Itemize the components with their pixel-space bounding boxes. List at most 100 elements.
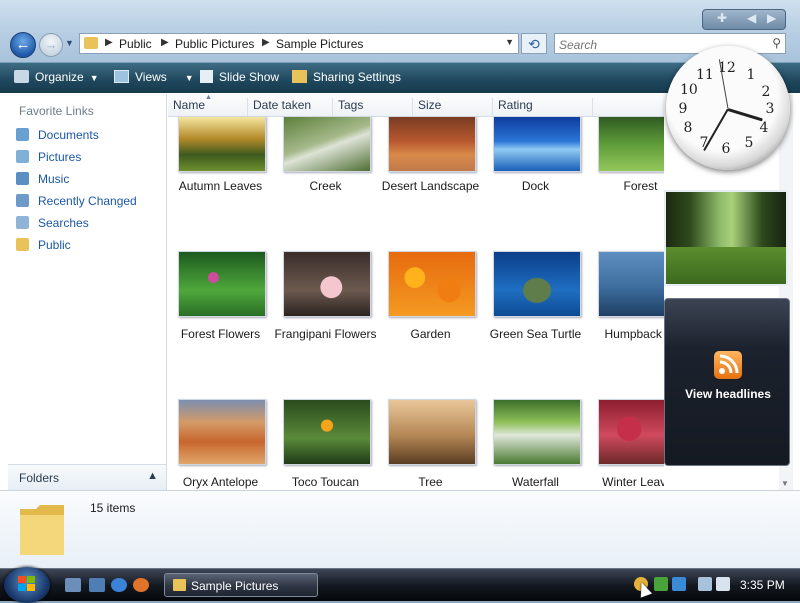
sync-icon[interactable] bbox=[672, 577, 686, 591]
music-icon bbox=[16, 172, 29, 185]
clock-gadget[interactable]: 12 1 2 3 4 5 6 7 8 9 10 11 bbox=[666, 46, 790, 170]
file-item[interactable]: Autumn Leaves bbox=[168, 116, 273, 236]
sharing-icon bbox=[292, 70, 307, 83]
clock-time[interactable]: 3:35 PM bbox=[740, 578, 785, 592]
show-desktop-icon[interactable] bbox=[65, 578, 81, 592]
nav-item-public[interactable]: Public bbox=[16, 238, 71, 256]
refresh-button[interactable]: ⟲ bbox=[521, 33, 547, 54]
column-label: Name bbox=[173, 98, 206, 112]
taskbar-window-button[interactable]: Sample Pictures bbox=[164, 573, 318, 597]
firefox-icon[interactable] bbox=[133, 578, 149, 592]
folders-toggle[interactable]: Folders ▲ bbox=[8, 464, 166, 491]
clock-numeral: 2 bbox=[761, 84, 771, 100]
breadcrumb-public-pictures[interactable]: Public Pictures bbox=[175, 37, 254, 51]
organize-icon bbox=[14, 70, 29, 83]
thumbnail-image bbox=[388, 251, 476, 317]
clock-numeral: 4 bbox=[759, 120, 769, 136]
chevron-up-icon[interactable]: ▲ bbox=[147, 470, 158, 482]
back-button[interactable]: ← bbox=[10, 32, 36, 58]
file-item[interactable]: Tree bbox=[378, 399, 483, 490]
file-name: Forest bbox=[623, 179, 658, 193]
volume-muted-icon[interactable] bbox=[716, 577, 730, 591]
column-rating[interactable]: Rating bbox=[493, 98, 593, 116]
thumbnail-image bbox=[493, 399, 581, 465]
views-button[interactable]: Views ▼ bbox=[114, 70, 194, 84]
add-gadget-icon[interactable]: ✚ bbox=[717, 11, 727, 25]
chevron-down-icon: ▼ bbox=[89, 73, 99, 83]
nav-item-documents[interactable]: Documents bbox=[16, 128, 99, 146]
file-name: Humpback W bbox=[604, 327, 664, 341]
breadcrumb-sample-pictures[interactable]: Sample Pictures bbox=[276, 37, 363, 51]
clock-numeral: 9 bbox=[678, 101, 688, 117]
previous-page-icon[interactable]: ◀ bbox=[747, 11, 756, 25]
nav-item-label: Public bbox=[38, 238, 71, 252]
recent-pages-dropdown-icon[interactable]: ▼ bbox=[65, 38, 77, 50]
file-name: Winter Leaves bbox=[602, 475, 664, 489]
folder-icon bbox=[16, 238, 29, 251]
taskbar-window-label: Sample Pictures bbox=[191, 579, 279, 593]
nav-item-label: Searches bbox=[38, 216, 89, 230]
file-item[interactable]: Waterfall bbox=[483, 399, 588, 490]
view-headlines-link[interactable]: View headlines bbox=[665, 387, 791, 401]
thumbnail-image bbox=[388, 116, 476, 172]
column-headers: ▲ Name Date taken Tags Size Rating bbox=[168, 94, 664, 117]
slideshow-gadget[interactable] bbox=[664, 190, 788, 286]
item-count: 15 items bbox=[90, 501, 136, 515]
file-item[interactable]: Winter Leaves bbox=[588, 399, 664, 490]
organize-button[interactable]: Organize ▼ bbox=[14, 70, 99, 84]
thumbnail-image bbox=[493, 251, 581, 317]
breadcrumb-public[interactable]: Public bbox=[119, 37, 152, 51]
next-page-icon[interactable]: ▶ bbox=[767, 11, 776, 25]
file-item[interactable]: Green Sea Turtle bbox=[483, 251, 588, 371]
file-item[interactable]: Forest bbox=[588, 116, 664, 236]
file-item[interactable]: Frangipani Flowers bbox=[273, 251, 378, 371]
column-size[interactable]: Size bbox=[413, 98, 493, 116]
file-item[interactable]: Garden bbox=[378, 251, 483, 371]
feed-headlines-gadget[interactable]: View headlines bbox=[664, 298, 790, 466]
address-bar[interactable]: ▶ Public ▶ Public Pictures ▶ Sample Pict… bbox=[79, 33, 519, 54]
nav-item-recently-changed[interactable]: Recently Changed bbox=[16, 194, 137, 212]
slideshow-button[interactable]: Slide Show bbox=[200, 70, 279, 84]
thumbnail-image bbox=[283, 116, 371, 172]
nav-item-music[interactable]: Music bbox=[16, 172, 69, 190]
thumbnail-image bbox=[598, 116, 664, 172]
security-center-icon[interactable] bbox=[654, 577, 668, 591]
breadcrumb-separator-icon[interactable]: ▶ bbox=[105, 37, 113, 48]
file-item[interactable]: Dock bbox=[483, 116, 588, 236]
clock-numeral: 8 bbox=[683, 120, 693, 136]
thumbnail-image bbox=[178, 116, 266, 172]
scroll-down-icon[interactable]: ▼ bbox=[781, 479, 789, 488]
chevron-down-icon: ▼ bbox=[184, 73, 194, 83]
forward-button[interactable]: → bbox=[39, 33, 63, 57]
windows-logo-icon bbox=[18, 576, 35, 591]
file-item[interactable]: Forest Flowers bbox=[168, 251, 273, 371]
breadcrumb-separator-icon[interactable]: ▶ bbox=[161, 37, 169, 48]
file-item[interactable]: Creek bbox=[273, 116, 378, 236]
file-item[interactable]: Toco Toucan bbox=[273, 399, 378, 490]
search-icon[interactable]: ⚲ bbox=[772, 36, 781, 50]
title-bar: ✚ ◀ ▶ ← → ▼ ▶ Public ▶ Public Pictures ▶… bbox=[0, 0, 800, 62]
file-item[interactable]: Humpback W bbox=[588, 251, 664, 371]
slideshow-icon bbox=[200, 70, 213, 83]
thumbnail-image bbox=[388, 399, 476, 465]
clock-numeral: 11 bbox=[696, 67, 714, 83]
nav-item-pictures[interactable]: Pictures bbox=[16, 150, 81, 168]
internet-explorer-icon[interactable] bbox=[111, 578, 127, 592]
file-item[interactable]: Oryx Antelope bbox=[168, 399, 273, 490]
column-tags[interactable]: Tags bbox=[333, 98, 413, 116]
network-icon[interactable] bbox=[698, 577, 712, 591]
start-button[interactable] bbox=[4, 567, 50, 603]
switch-windows-icon[interactable] bbox=[89, 578, 105, 592]
address-dropdown-icon[interactable]: ▼ bbox=[505, 37, 514, 47]
column-name[interactable]: ▲ Name bbox=[168, 94, 248, 116]
nav-item-label: Music bbox=[38, 172, 70, 186]
file-item[interactable]: Desert Landscape bbox=[378, 116, 483, 236]
nav-item-searches[interactable]: Searches bbox=[16, 216, 89, 234]
views-label: Views bbox=[135, 70, 167, 84]
clock-numeral: 6 bbox=[721, 141, 731, 157]
column-date-taken[interactable]: Date taken bbox=[248, 98, 333, 116]
favorite-links-heading: Favorite Links bbox=[19, 104, 94, 118]
sharing-settings-button[interactable]: Sharing Settings bbox=[292, 70, 401, 84]
breadcrumb-separator-icon[interactable]: ▶ bbox=[262, 37, 270, 48]
window-controls[interactable]: ✚ ◀ ▶ bbox=[702, 9, 786, 30]
